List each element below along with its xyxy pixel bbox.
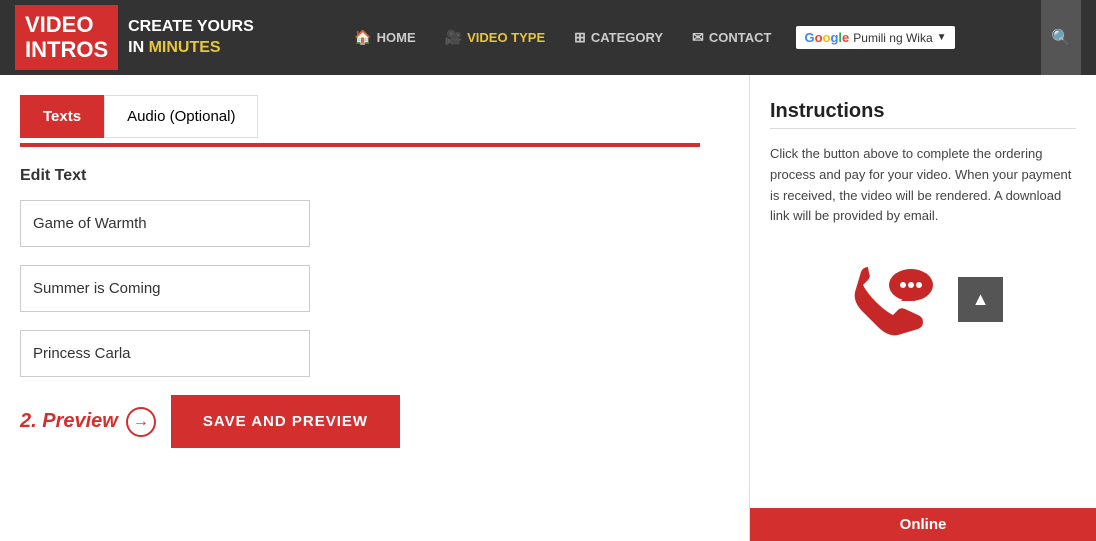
- envelope-icon: ✉: [692, 29, 704, 46]
- logo-video: VIDEOINTROS: [15, 5, 118, 69]
- tab-group: Texts Audio (Optional): [20, 95, 729, 138]
- home-icon: 🏠: [354, 29, 371, 46]
- translate-label: Pumili ng Wika: [853, 31, 932, 45]
- grid-icon: ⊞: [574, 29, 586, 46]
- left-panel: Texts Audio (Optional) Edit Text 2. Prev…: [0, 75, 750, 541]
- nav-category-label: CATEGORY: [591, 30, 663, 45]
- nav-home-label: HOME: [377, 30, 416, 45]
- instructions-title: Instructions: [770, 100, 1076, 123]
- logo-minutes: MINUTES: [149, 39, 221, 56]
- main-nav: 🏠 HOME 🎥 VIDEO TYPE ⊞ CATEGORY ✉ CONTACT…: [342, 21, 962, 54]
- tab-underline: [20, 143, 700, 147]
- nav-video-type-label: VIDEO TYPE: [467, 30, 545, 45]
- text-field-2[interactable]: [20, 265, 310, 312]
- search-button[interactable]: 🔍: [1041, 0, 1081, 75]
- phone-chat-icon: [843, 247, 943, 352]
- search-icon: 🔍: [1051, 28, 1071, 48]
- logo-tagline: CREATE YOURSIN MINUTES: [118, 17, 264, 59]
- preview-text: 2. Preview: [20, 410, 118, 433]
- text-field-1[interactable]: [20, 200, 310, 247]
- save-preview-label: SAVE AND PREVIEW: [203, 413, 368, 430]
- nav-home[interactable]: 🏠 HOME: [342, 21, 427, 54]
- preview-section: 2. Preview → SAVE AND PREVIEW: [20, 395, 729, 448]
- arrow-circle-icon: →: [126, 407, 156, 437]
- logo-area: VIDEOINTROS CREATE YOURSIN MINUTES: [15, 5, 264, 69]
- edit-text-heading: Edit Text: [20, 167, 729, 185]
- save-and-preview-button[interactable]: SAVE AND PREVIEW: [171, 395, 400, 448]
- scroll-up-button[interactable]: ▲: [958, 277, 1003, 322]
- right-panel: Instructions Click the button above to c…: [750, 75, 1096, 541]
- translate-dropdown-icon: ▼: [937, 32, 947, 43]
- online-status-bar: Online: [750, 508, 1096, 541]
- google-g-icon: Google: [804, 30, 849, 45]
- tab-texts[interactable]: Texts: [20, 95, 104, 138]
- phone-area: ▲: [770, 247, 1076, 352]
- online-label: Online: [900, 516, 947, 533]
- video-icon: 🎥: [445, 29, 462, 46]
- google-translate-widget[interactable]: Google Pumili ng Wika ▼: [796, 26, 954, 49]
- instructions-body: Click the button above to complete the o…: [770, 144, 1076, 227]
- tab-audio-label: Audio (Optional): [127, 108, 235, 125]
- nav-video-type[interactable]: 🎥 VIDEO TYPE: [433, 21, 557, 54]
- nav-contact-label: CONTACT: [709, 30, 772, 45]
- main-container: Texts Audio (Optional) Edit Text 2. Prev…: [0, 75, 1096, 541]
- nav-contact[interactable]: ✉ CONTACT: [680, 21, 783, 54]
- preview-label: 2. Preview →: [20, 407, 156, 437]
- nav-category[interactable]: ⊞ CATEGORY: [562, 21, 675, 54]
- up-arrow-icon: ▲: [972, 289, 990, 310]
- tab-texts-label: Texts: [43, 108, 81, 125]
- tab-audio[interactable]: Audio (Optional): [104, 95, 258, 138]
- header: VIDEOINTROS CREATE YOURSIN MINUTES 🏠 HOM…: [0, 0, 1096, 75]
- text-field-3[interactable]: [20, 330, 310, 377]
- instructions-divider: [770, 128, 1076, 129]
